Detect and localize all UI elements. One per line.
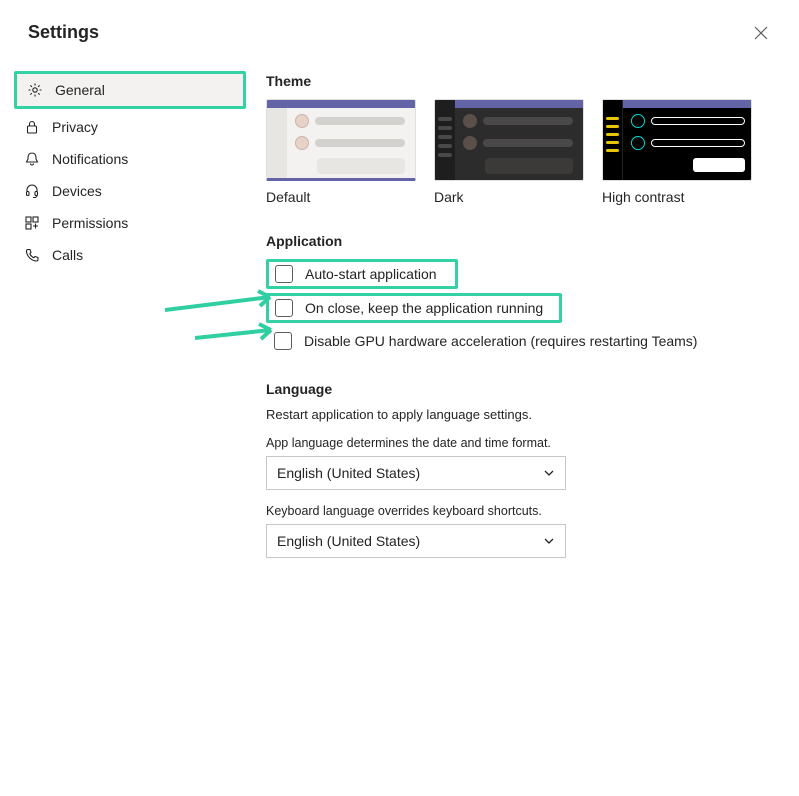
sidebar-item-label: Calls [52,247,83,263]
select-value: English (United States) [277,465,420,481]
sidebar-item-label: Notifications [52,151,128,167]
checkbox-auto-start[interactable]: Auto-start application [266,259,458,289]
gear-icon [27,82,43,98]
theme-section-title: Theme [266,73,769,89]
theme-option-default[interactable]: Default [266,99,416,205]
checkbox-label: Auto-start application [305,266,437,282]
sidebar-item-label: Devices [52,183,102,199]
theme-preview-high-contrast [602,99,752,181]
sidebar-item-label: Privacy [52,119,98,135]
sidebar: General Privacy Notifications Devic [0,61,260,796]
headset-icon [24,183,40,199]
sidebar-item-privacy[interactable]: Privacy [14,111,246,143]
content-pane: Theme Default Dark [260,61,799,796]
chevron-down-icon [543,535,555,547]
sidebar-item-notifications[interactable]: Notifications [14,143,246,175]
chevron-down-icon [543,467,555,479]
theme-option-high-contrast[interactable]: High contrast [602,99,752,205]
close-button[interactable] [751,23,771,43]
theme-label: Default [266,189,416,205]
sidebar-item-label: General [55,82,105,98]
theme-label: High contrast [602,189,752,205]
checkbox-icon [275,299,293,317]
sidebar-item-general[interactable]: General [17,74,243,106]
checkbox-keep-running[interactable]: On close, keep the application running [266,293,562,323]
apps-icon [24,215,40,231]
language-section-title: Language [266,381,769,397]
app-language-select[interactable]: English (United States) [266,456,566,490]
sidebar-item-label: Permissions [52,215,128,231]
select-value: English (United States) [277,533,420,549]
theme-preview-dark [434,99,584,181]
sidebar-item-permissions[interactable]: Permissions [14,207,246,239]
close-icon [754,26,768,40]
page-title: Settings [28,22,99,43]
keyboard-language-description: Keyboard language overrides keyboard sho… [266,504,769,518]
phone-icon [24,247,40,263]
lock-icon [24,119,40,135]
theme-label: Dark [434,189,584,205]
checkbox-icon [274,332,292,350]
theme-preview-default [266,99,416,181]
bell-icon [24,151,40,167]
theme-option-dark[interactable]: Dark [434,99,584,205]
checkbox-label: Disable GPU hardware acceleration (requi… [304,333,697,349]
application-section-title: Application [266,233,769,249]
checkbox-label: On close, keep the application running [305,300,543,316]
language-restart-note: Restart application to apply language se… [266,407,769,422]
app-language-description: App language determines the date and tim… [266,436,769,450]
sidebar-item-calls[interactable]: Calls [14,239,246,271]
checkbox-icon [275,265,293,283]
sidebar-item-devices[interactable]: Devices [14,175,246,207]
checkbox-disable-gpu[interactable]: Disable GPU hardware acceleration (requi… [266,327,769,355]
keyboard-language-select[interactable]: English (United States) [266,524,566,558]
